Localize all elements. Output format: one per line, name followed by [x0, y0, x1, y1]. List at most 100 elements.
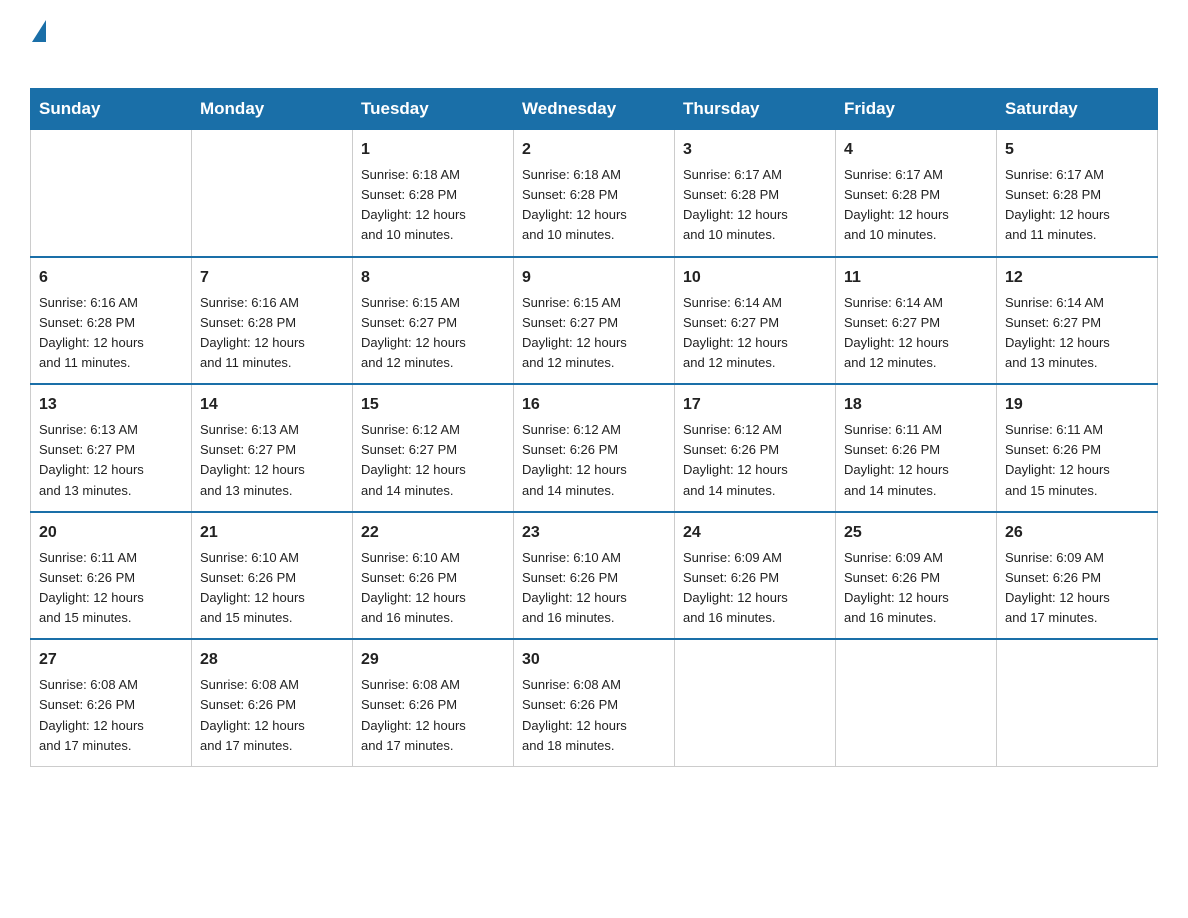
day-number: 20 [39, 521, 183, 545]
day-info: Sunrise: 6:08 AMSunset: 6:26 PMDaylight:… [522, 675, 666, 756]
weekday-header-sunday: Sunday [31, 89, 192, 130]
day-info: Sunrise: 6:12 AMSunset: 6:26 PMDaylight:… [522, 420, 666, 501]
calendar-cell: 22 Sunrise: 6:10 AMSunset: 6:26 PMDayligh… [353, 512, 514, 640]
day-number: 5 [1005, 138, 1149, 162]
day-number: 16 [522, 393, 666, 417]
day-info: Sunrise: 6:11 AMSunset: 6:26 PMDaylight:… [844, 420, 988, 501]
day-info: Sunrise: 6:09 AMSunset: 6:26 PMDaylight:… [844, 548, 988, 629]
day-number: 4 [844, 138, 988, 162]
day-info: Sunrise: 6:15 AMSunset: 6:27 PMDaylight:… [522, 293, 666, 374]
calendar-cell: 26 Sunrise: 6:09 AMSunset: 6:26 PMDayligh… [997, 512, 1158, 640]
day-number: 17 [683, 393, 827, 417]
page-header [30, 20, 1158, 68]
logo [30, 20, 46, 68]
calendar-cell: 14Sunrise: 6:13 AMSunset: 6:27 PMDayligh… [192, 384, 353, 512]
day-info: Sunrise: 6:18 AMSunset: 6:28 PMDaylight:… [361, 165, 505, 246]
day-number: 19 [1005, 393, 1149, 417]
calendar-cell [31, 130, 192, 257]
weekday-header-wednesday: Wednesday [514, 89, 675, 130]
day-info: Sunrise: 6:14 AMSunset: 6:27 PMDaylight:… [1005, 293, 1149, 374]
day-number: 30 [522, 648, 666, 672]
calendar-cell: 25 Sunrise: 6:09 AMSunset: 6:26 PMDayligh… [836, 512, 997, 640]
calendar-cell: 19 Sunrise: 6:11 AMSunset: 6:26 PMDayligh… [997, 384, 1158, 512]
day-number: 21 [200, 521, 344, 545]
logo-triangle-icon [32, 20, 46, 42]
day-info: Sunrise: 6:11 AMSunset: 6:26 PMDaylight:… [39, 548, 183, 629]
day-info: Sunrise: 6:13 AMSunset: 6:27 PMDaylight:… [39, 420, 183, 501]
calendar-cell: 6 Sunrise: 6:16 AMSunset: 6:28 PMDaylight… [31, 257, 192, 385]
calendar-cell: 8 Sunrise: 6:15 AMSunset: 6:27 PMDaylight… [353, 257, 514, 385]
calendar-cell [836, 639, 997, 766]
day-info: Sunrise: 6:17 AMSunset: 6:28 PMDaylight:… [844, 165, 988, 246]
day-number: 13 [39, 393, 183, 417]
day-info: Sunrise: 6:11 AMSunset: 6:26 PMDaylight:… [1005, 420, 1149, 501]
calendar-cell: 4 Sunrise: 6:17 AMSunset: 6:28 PMDaylight… [836, 130, 997, 257]
day-number: 1 [361, 138, 505, 162]
calendar-table: SundayMondayTuesdayWednesdayThursdayFrid… [30, 88, 1158, 767]
day-info: Sunrise: 6:10 AMSunset: 6:26 PMDaylight:… [200, 548, 344, 629]
calendar-cell: 9 Sunrise: 6:15 AMSunset: 6:27 PMDaylight… [514, 257, 675, 385]
calendar-cell: 11 Sunrise: 6:14 AMSunset: 6:27 PMDayligh… [836, 257, 997, 385]
day-number: 23 [522, 521, 666, 545]
calendar-cell: 12 Sunrise: 6:14 AMSunset: 6:27 PMDayligh… [997, 257, 1158, 385]
calendar-week-row: 6 Sunrise: 6:16 AMSunset: 6:28 PMDaylight… [31, 257, 1158, 385]
weekday-header-thursday: Thursday [675, 89, 836, 130]
weekday-header-row: SundayMondayTuesdayWednesdayThursdayFrid… [31, 89, 1158, 130]
day-number: 22 [361, 521, 505, 545]
day-info: Sunrise: 6:16 AMSunset: 6:28 PMDaylight:… [200, 293, 344, 374]
day-info: Sunrise: 6:17 AMSunset: 6:28 PMDaylight:… [1005, 165, 1149, 246]
day-number: 24 [683, 521, 827, 545]
day-info: Sunrise: 6:12 AMSunset: 6:26 PMDaylight:… [683, 420, 827, 501]
day-info: Sunrise: 6:18 AMSunset: 6:28 PMDaylight:… [522, 165, 666, 246]
day-number: 3 [683, 138, 827, 162]
day-number: 11 [844, 266, 988, 290]
weekday-header-friday: Friday [836, 89, 997, 130]
day-info: Sunrise: 6:15 AMSunset: 6:27 PMDaylight:… [361, 293, 505, 374]
calendar-cell: 18 Sunrise: 6:11 AMSunset: 6:26 PMDayligh… [836, 384, 997, 512]
calendar-cell [192, 130, 353, 257]
weekday-header-tuesday: Tuesday [353, 89, 514, 130]
day-info: Sunrise: 6:08 AMSunset: 6:26 PMDaylight:… [39, 675, 183, 756]
day-info: Sunrise: 6:12 AMSunset: 6:27 PMDaylight:… [361, 420, 505, 501]
day-info: Sunrise: 6:08 AMSunset: 6:26 PMDaylight:… [361, 675, 505, 756]
day-number: 14 [200, 393, 344, 417]
day-info: Sunrise: 6:09 AMSunset: 6:26 PMDaylight:… [1005, 548, 1149, 629]
calendar-cell: 2 Sunrise: 6:18 AMSunset: 6:28 PMDaylight… [514, 130, 675, 257]
day-number: 25 [844, 521, 988, 545]
calendar-week-row: 20 Sunrise: 6:11 AMSunset: 6:26 PMDayligh… [31, 512, 1158, 640]
day-number: 2 [522, 138, 666, 162]
calendar-cell: 30 Sunrise: 6:08 AMSunset: 6:26 PMDayligh… [514, 639, 675, 766]
weekday-header-monday: Monday [192, 89, 353, 130]
day-info: Sunrise: 6:10 AMSunset: 6:26 PMDaylight:… [361, 548, 505, 629]
calendar-cell: 28 Sunrise: 6:08 AMSunset: 6:26 PMDayligh… [192, 639, 353, 766]
calendar-cell [997, 639, 1158, 766]
calendar-cell: 21 Sunrise: 6:10 AMSunset: 6:26 PMDayligh… [192, 512, 353, 640]
day-info: Sunrise: 6:10 AMSunset: 6:26 PMDaylight:… [522, 548, 666, 629]
calendar-cell: 1 Sunrise: 6:18 AMSunset: 6:28 PMDaylight… [353, 130, 514, 257]
calendar-cell: 7 Sunrise: 6:16 AMSunset: 6:28 PMDaylight… [192, 257, 353, 385]
day-number: 12 [1005, 266, 1149, 290]
calendar-cell: 16 Sunrise: 6:12 AMSunset: 6:26 PMDayligh… [514, 384, 675, 512]
day-number: 18 [844, 393, 988, 417]
day-info: Sunrise: 6:08 AMSunset: 6:26 PMDaylight:… [200, 675, 344, 756]
day-number: 10 [683, 266, 827, 290]
day-number: 7 [200, 266, 344, 290]
calendar-week-row: 27 Sunrise: 6:08 AMSunset: 6:26 PMDayligh… [31, 639, 1158, 766]
day-number: 9 [522, 266, 666, 290]
calendar-cell: 3 Sunrise: 6:17 AMSunset: 6:28 PMDaylight… [675, 130, 836, 257]
calendar-cell: 15Sunrise: 6:12 AMSunset: 6:27 PMDayligh… [353, 384, 514, 512]
day-number: 6 [39, 266, 183, 290]
day-number: 28 [200, 648, 344, 672]
day-number: 26 [1005, 521, 1149, 545]
day-info: Sunrise: 6:09 AMSunset: 6:26 PMDaylight:… [683, 548, 827, 629]
calendar-cell: 13 Sunrise: 6:13 AMSunset: 6:27 PMDayligh… [31, 384, 192, 512]
calendar-cell: 20 Sunrise: 6:11 AMSunset: 6:26 PMDayligh… [31, 512, 192, 640]
day-info: Sunrise: 6:16 AMSunset: 6:28 PMDaylight:… [39, 293, 183, 374]
day-number: 29 [361, 648, 505, 672]
day-info: Sunrise: 6:17 AMSunset: 6:28 PMDaylight:… [683, 165, 827, 246]
day-number: 8 [361, 266, 505, 290]
calendar-cell: 10Sunrise: 6:14 AMSunset: 6:27 PMDayligh… [675, 257, 836, 385]
day-number: 27 [39, 648, 183, 672]
calendar-cell: 24 Sunrise: 6:09 AMSunset: 6:26 PMDayligh… [675, 512, 836, 640]
day-info: Sunrise: 6:14 AMSunset: 6:27 PMDaylight:… [844, 293, 988, 374]
